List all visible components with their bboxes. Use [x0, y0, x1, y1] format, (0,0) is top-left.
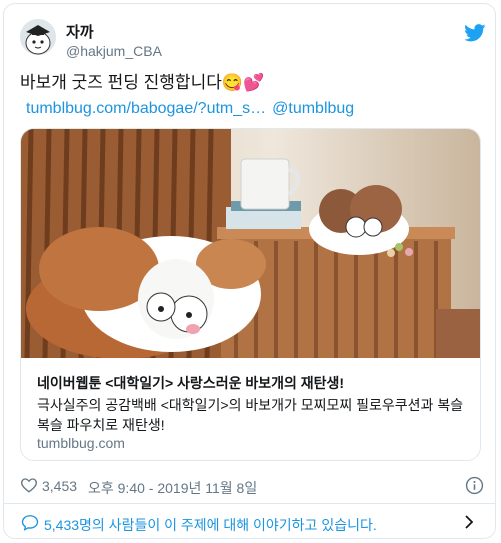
- card-description: 극사실주의 공감백배 <대학일기>의 바보개가 모찌모찌 필로우쿠션과 복슬복슬…: [37, 397, 464, 433]
- tweet-links: tumblbug.com/babogae/?utm_s… @tumblbug: [26, 98, 354, 120]
- tweet-text: 바보개 굿즈 펀딩 진행합니다😋💕: [20, 72, 264, 94]
- author-handle[interactable]: @hakjum_CBA: [66, 43, 162, 59]
- chevron-right-icon: [465, 515, 474, 529]
- card-domain: tumblbug.com: [37, 435, 125, 451]
- tweet-body: 바보개 굿즈 펀딩 진행합니다: [20, 73, 222, 92]
- emoji-yum-heart: 😋💕: [221, 73, 265, 92]
- card-image: [21, 129, 480, 358]
- avatar[interactable]: [20, 19, 56, 55]
- card-title[interactable]: 네이버웹툰 <대학일기> 사랑스러운 바보개의 재탄생!: [37, 373, 344, 393]
- twitter-bird-icon[interactable]: [464, 24, 486, 42]
- chat-bubble-icon: [21, 515, 39, 531]
- link-card[interactable]: 네이버웹툰 <대학일기> 사랑스러운 바보개의 재탄생! 극사실주의 공감백배 …: [20, 128, 481, 461]
- like-count[interactable]: 3,453: [42, 478, 77, 494]
- embedded-tweet: 자까 @hakjum_CBA 바보개 굿즈 펀딩 진행합니다😋💕 tumblbu…: [3, 3, 496, 539]
- tumblbug-link[interactable]: tumblbug.com/babogae/?utm_s…: [26, 100, 266, 117]
- tumblbug-mention-link[interactable]: @tumblbug: [272, 100, 354, 117]
- timestamp[interactable]: 오후 9:40 - 2019년 11월 8일: [88, 478, 257, 498]
- display-name[interactable]: 자까: [66, 21, 94, 42]
- heart-icon[interactable]: [20, 476, 38, 494]
- conversation-link[interactable]: 5,433명의 사람들이 이 주제에 대해 이야기하고 있습니다.: [4, 504, 495, 538]
- conversation-text[interactable]: 5,433명의 사람들이 이 주제에 대해 이야기하고 있습니다.: [44, 515, 377, 535]
- tweet-meta: 3,453 오후 9:40 - 2019년 11월 8일: [20, 474, 485, 498]
- info-icon[interactable]: [465, 476, 484, 495]
